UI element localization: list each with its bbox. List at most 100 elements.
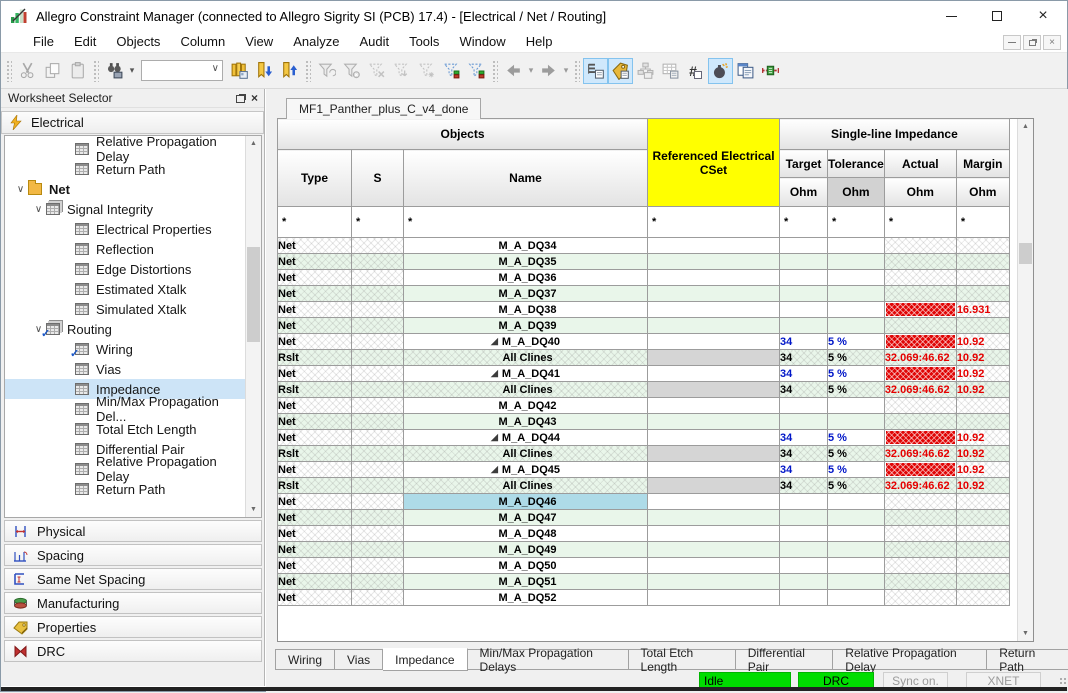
- referenced-cset-cell[interactable]: [648, 318, 780, 334]
- target-cell[interactable]: 34: [780, 366, 828, 382]
- find-dropdown-arrow[interactable]: ▾: [127, 65, 137, 76]
- menu-item[interactable]: Column: [170, 32, 235, 51]
- s-cell[interactable]: [352, 414, 404, 430]
- s-cell[interactable]: [352, 446, 404, 462]
- margin-cell[interactable]: 10.92: [956, 430, 1009, 446]
- paste-icon[interactable]: [65, 58, 90, 84]
- s-cell[interactable]: [352, 286, 404, 302]
- tolerance-cell[interactable]: 5 %: [828, 334, 885, 350]
- name-cell[interactable]: M_A_DQ50: [404, 558, 648, 574]
- tolerance-cell[interactable]: [828, 318, 885, 334]
- grid-row[interactable]: Net ◢M_A_DQ45 34 5 % 10.92: [278, 462, 1010, 478]
- grid-scroll-thumb[interactable]: [1019, 243, 1032, 264]
- grid-row[interactable]: Net ◢M_A_DQ40 34 5 % 10.92: [278, 334, 1010, 350]
- s-cell[interactable]: [352, 318, 404, 334]
- worksheet-tab[interactable]: Relative Propagation Delay: [833, 649, 987, 670]
- type-cell[interactable]: Net: [278, 270, 352, 286]
- target-cell[interactable]: [780, 494, 828, 510]
- name-cell[interactable]: M_A_DQ49: [404, 542, 648, 558]
- s-cell[interactable]: [352, 398, 404, 414]
- find-icon[interactable]: [102, 58, 127, 84]
- name-cell[interactable]: M_A_DQ51: [404, 574, 648, 590]
- tree-item[interactable]: Min/Max Propagation Del...: [5, 399, 245, 419]
- actual-cell[interactable]: [884, 462, 956, 478]
- margin-cell[interactable]: 16.931: [956, 302, 1009, 318]
- referenced-cset-cell[interactable]: [648, 462, 780, 478]
- objects-group-header[interactable]: Objects: [278, 119, 648, 150]
- filter-cell[interactable]: *: [956, 207, 1009, 238]
- worksheet-tab[interactable]: Differential Pair: [736, 649, 834, 670]
- s-cell[interactable]: [352, 558, 404, 574]
- grid-row[interactable]: Net M_A_DQ36: [278, 270, 1010, 286]
- tree-item[interactable]: ∨ Signal Integrity: [5, 199, 245, 219]
- sidebar-section-properties[interactable]: Properties: [4, 616, 262, 638]
- margin-cell[interactable]: [956, 270, 1009, 286]
- tolerance-cell[interactable]: 5 %: [828, 478, 885, 494]
- name-cell[interactable]: ◢M_A_DQ44: [404, 430, 648, 446]
- target-cell[interactable]: 34: [780, 478, 828, 494]
- sidebar-section-same-net-spacing[interactable]: Same Net Spacing: [4, 568, 262, 590]
- menu-item[interactable]: Window: [449, 32, 515, 51]
- toolbar-grip[interactable]: [6, 60, 12, 82]
- type-cell[interactable]: Net: [278, 318, 352, 334]
- grid-row[interactable]: Net M_A_DQ38 16.931: [278, 302, 1010, 318]
- expand-chevron-icon[interactable]: ∨: [31, 204, 46, 215]
- forward-dropdown-arrow[interactable]: ▾: [561, 65, 571, 76]
- filter-pass-results-icon[interactable]: [439, 58, 464, 84]
- tolerance-column-header[interactable]: Tolerance: [828, 150, 885, 178]
- name-cell[interactable]: ◢M_A_DQ45: [404, 462, 648, 478]
- margin-cell[interactable]: [956, 286, 1009, 302]
- unit-header[interactable]: Ohm: [884, 178, 956, 207]
- name-cell[interactable]: M_A_DQ37: [404, 286, 648, 302]
- grid-row[interactable]: Net M_A_DQ39: [278, 318, 1010, 334]
- target-cell[interactable]: [780, 542, 828, 558]
- type-cell[interactable]: Rslt: [278, 350, 352, 366]
- margin-cell[interactable]: 10.92: [956, 334, 1009, 350]
- actual-cell[interactable]: [884, 318, 956, 334]
- type-cell[interactable]: Net: [278, 462, 352, 478]
- menu-item[interactable]: File: [23, 32, 64, 51]
- name-cell[interactable]: M_A_DQ38: [404, 302, 648, 318]
- grid-row[interactable]: Net M_A_DQ37: [278, 286, 1010, 302]
- margin-cell[interactable]: [956, 254, 1009, 270]
- actual-cell[interactable]: [884, 334, 956, 350]
- referenced-cset-cell[interactable]: [648, 526, 780, 542]
- tolerance-cell[interactable]: [828, 302, 885, 318]
- name-cell[interactable]: M_A_DQ35: [404, 254, 648, 270]
- type-cell[interactable]: Net: [278, 254, 352, 270]
- target-cell[interactable]: 34: [780, 334, 828, 350]
- mdi-restore-button[interactable]: [1023, 35, 1041, 50]
- expand-mark-icon[interactable]: ◢: [491, 432, 498, 443]
- actual-cell[interactable]: [884, 558, 956, 574]
- filter-options-icon[interactable]: [414, 58, 439, 84]
- margin-cell[interactable]: 10.92: [956, 366, 1009, 382]
- actual-cell[interactable]: [884, 510, 956, 526]
- s-cell[interactable]: [352, 526, 404, 542]
- search-combobox[interactable]: ∨: [141, 60, 223, 81]
- filter-disable-icon[interactable]: [364, 58, 389, 84]
- s-cell[interactable]: [352, 366, 404, 382]
- expand-chevron-icon[interactable]: ∨: [13, 184, 28, 195]
- type-cell[interactable]: Net: [278, 526, 352, 542]
- grid-scrollbar[interactable]: ▲ ▼: [1017, 119, 1033, 641]
- toolbar-grip[interactable]: [492, 60, 498, 82]
- referenced-cset-cell[interactable]: [648, 302, 780, 318]
- referenced-cset-cell[interactable]: [648, 270, 780, 286]
- cut-icon[interactable]: [15, 58, 40, 84]
- worksheet-tab[interactable]: Impedance: [383, 648, 467, 671]
- maximize-button[interactable]: [974, 1, 1020, 31]
- margin-cell[interactable]: [956, 238, 1009, 254]
- worksheet-tab[interactable]: Min/Max Propagation Delays: [468, 649, 629, 670]
- margin-cell[interactable]: [956, 318, 1009, 334]
- tree-item[interactable]: Estimated Xtalk: [5, 279, 245, 299]
- copy-icon[interactable]: [40, 58, 65, 84]
- type-cell[interactable]: Net: [278, 366, 352, 382]
- actual-cell[interactable]: [884, 590, 956, 606]
- s-cell[interactable]: [352, 270, 404, 286]
- menu-item[interactable]: Help: [516, 32, 563, 51]
- tree-item[interactable]: Relative Propagation Delay: [5, 139, 245, 159]
- margin-cell[interactable]: [956, 494, 1009, 510]
- name-cell[interactable]: M_A_DQ42: [404, 398, 648, 414]
- s-cell[interactable]: [352, 350, 404, 366]
- s-cell[interactable]: [352, 334, 404, 350]
